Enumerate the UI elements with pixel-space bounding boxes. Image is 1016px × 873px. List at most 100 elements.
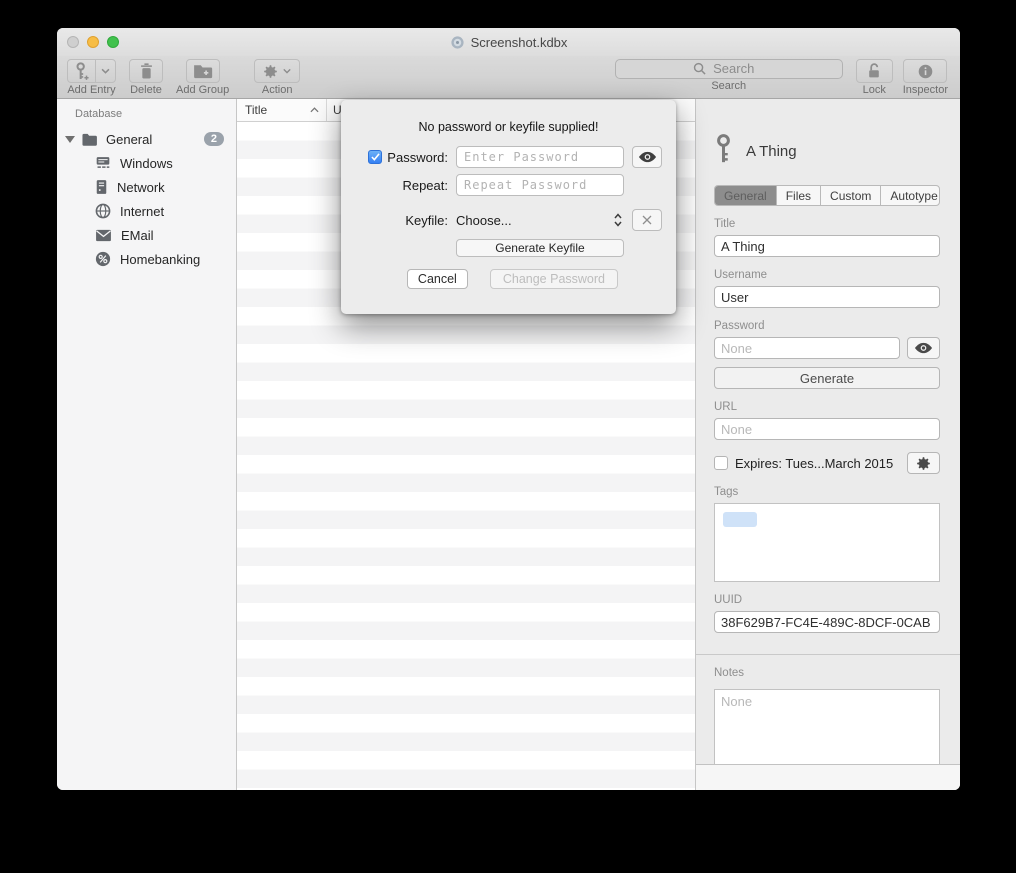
unlock-icon	[866, 62, 882, 80]
trash-icon	[139, 62, 154, 80]
sidebar-item-windows[interactable]: Windows	[57, 151, 236, 175]
sidebar-item-label: Windows	[120, 156, 173, 171]
action-control: Action	[254, 59, 300, 96]
action-label: Action	[262, 84, 293, 96]
url-field-label: URL	[714, 401, 940, 413]
tab-general[interactable]: General	[715, 186, 777, 205]
uuid-field[interactable]	[714, 611, 940, 633]
keyfile-popup[interactable]: Choose...	[456, 213, 624, 228]
delete-label: Delete	[130, 84, 162, 96]
keyfile-value: Choose...	[456, 213, 512, 228]
tab-custom[interactable]: Custom	[821, 186, 881, 205]
sidebar-item-internet[interactable]: Internet	[57, 199, 236, 223]
search-icon	[693, 62, 706, 80]
sidebar: Database General 2 Windows	[57, 99, 237, 790]
lock-label: Lock	[863, 84, 886, 96]
expires-checkbox[interactable]	[714, 456, 728, 470]
key-icon	[714, 133, 733, 170]
disclosure-triangle-icon[interactable]	[65, 135, 75, 143]
envelope-icon	[95, 229, 112, 242]
keyfile-label: Keyfile:	[405, 213, 448, 228]
url-field[interactable]	[714, 418, 940, 440]
eye-icon	[914, 342, 933, 354]
change-password-dialog: No password or keyfile supplied! Passwor…	[341, 100, 676, 314]
action-button[interactable]	[254, 59, 300, 83]
repeat-password-input[interactable]	[456, 174, 624, 196]
password-field-label: Password	[714, 320, 940, 332]
add-entry-dropdown-arrow[interactable]	[95, 60, 115, 82]
close-x-icon	[641, 214, 653, 226]
cancel-button[interactable]: Cancel	[407, 269, 468, 289]
entry-header: A Thing	[714, 99, 940, 171]
generate-keyfile-button[interactable]: Generate Keyfile	[456, 239, 624, 257]
info-icon	[917, 63, 934, 80]
tags-field[interactable]	[714, 503, 940, 582]
sidebar-item-email[interactable]: EMail	[57, 223, 236, 247]
gear-icon	[263, 64, 278, 79]
globe-icon	[95, 203, 111, 219]
server-icon	[95, 179, 108, 195]
sidebar-item-label: Internet	[120, 204, 164, 219]
search-input[interactable]	[615, 59, 843, 79]
toolbar: Add Entry Delete	[57, 56, 960, 99]
password-field[interactable]	[714, 337, 900, 359]
column-title-label: Title	[245, 103, 267, 117]
lock-button[interactable]	[856, 59, 893, 83]
reveal-password-button[interactable]	[907, 337, 940, 359]
username-field-label: Username	[714, 269, 940, 281]
add-group-button[interactable]	[186, 59, 220, 83]
folder-plus-icon	[193, 63, 213, 79]
title-field[interactable]	[714, 235, 940, 257]
window-title: Screenshot.kdbx	[471, 35, 568, 50]
expires-label: Expires: Tues...March 2015	[735, 456, 900, 471]
show-password-button[interactable]	[632, 146, 662, 168]
enter-password-input[interactable]	[456, 146, 624, 168]
column-header-title[interactable]: Title	[237, 99, 327, 121]
notes-label: Notes	[714, 667, 940, 679]
inspector-footer	[696, 764, 960, 790]
inspector-divider	[696, 654, 960, 655]
password-checkbox[interactable]	[368, 150, 382, 164]
inspector-button[interactable]	[903, 59, 947, 83]
uuid-label: UUID	[714, 594, 940, 606]
password-row: Password:	[341, 146, 676, 168]
key-plus-icon[interactable]	[68, 60, 95, 82]
tab-autotype[interactable]: Autotype	[881, 186, 940, 205]
entry-count-badge: 2	[204, 132, 224, 146]
inspector-control: Inspector	[903, 59, 948, 96]
windows-icon	[95, 156, 111, 170]
sidebar-item-label: Network	[117, 180, 165, 195]
sidebar-item-homebanking[interactable]: Homebanking	[57, 247, 236, 271]
check-icon	[371, 153, 380, 161]
tag-chip[interactable]	[723, 512, 757, 527]
tags-label: Tags	[714, 486, 940, 498]
sidebar-item-general[interactable]: General 2	[57, 127, 236, 151]
add-entry-button[interactable]	[67, 59, 116, 83]
entry-title: A Thing	[746, 143, 797, 160]
sidebar-item-network[interactable]: Network	[57, 175, 236, 199]
column-header-username[interactable]: U	[327, 103, 342, 117]
change-password-button[interactable]: Change Password	[490, 269, 618, 289]
generate-password-button[interactable]: Generate	[714, 367, 940, 389]
clear-keyfile-button[interactable]	[632, 209, 662, 231]
title-field-label: Title	[714, 218, 940, 230]
inspector-tabs: General Files Custom Autotype	[714, 185, 940, 206]
lock-control: Lock	[856, 59, 893, 96]
titlebar: Screenshot.kdbx	[57, 28, 960, 56]
sidebar-section-header: Database	[57, 108, 236, 120]
add-group-control: Add Group	[176, 59, 229, 96]
sort-ascending-icon	[310, 107, 319, 113]
screenshot-root: Screenshot.kdbx	[0, 0, 1016, 873]
folder-icon	[81, 132, 98, 147]
password-label: Password:	[387, 150, 448, 165]
tab-files[interactable]: Files	[777, 186, 821, 205]
expires-options-button[interactable]	[907, 452, 940, 474]
add-entry-label: Add Entry	[67, 84, 115, 96]
inspector-label: Inspector	[903, 84, 948, 96]
repeat-label: Repeat:	[402, 178, 448, 193]
delete-button[interactable]	[129, 59, 163, 83]
repeat-row: Repeat:	[341, 174, 676, 196]
username-field[interactable]	[714, 286, 940, 308]
gear-icon	[916, 456, 931, 471]
inspector-panel: A Thing General Files Custom Autotype Ti…	[696, 99, 960, 790]
